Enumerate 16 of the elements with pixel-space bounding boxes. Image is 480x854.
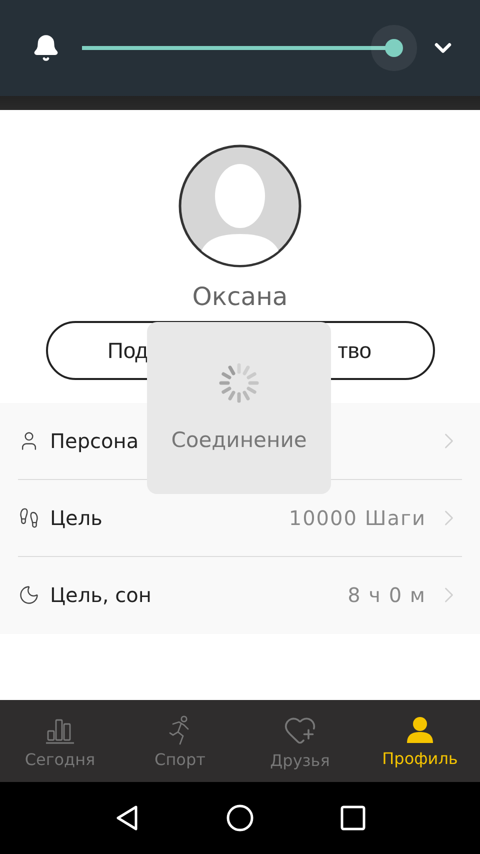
user-icon [405, 714, 435, 744]
slider-thumb[interactable] [385, 39, 403, 57]
setting-label[interactable]: Цель [50, 506, 279, 530]
user-name: Оксана [192, 282, 288, 312]
setting-value: 10000 Шаги [288, 506, 426, 530]
moon-icon [18, 584, 40, 606]
notification-bell-icon[interactable] [32, 34, 60, 62]
loading-text: Соединение [171, 428, 307, 452]
recents-icon[interactable] [338, 803, 368, 833]
home-icon[interactable] [224, 803, 255, 833]
avatar[interactable] [178, 144, 302, 268]
nav-tab[interactable]: Профиль [360, 700, 480, 782]
setting-value: 8 ч 0 м [348, 583, 426, 607]
setting-label[interactable]: Цель, сон [50, 583, 338, 607]
loading-spinner-icon [218, 362, 260, 404]
footprints-icon [18, 507, 40, 529]
